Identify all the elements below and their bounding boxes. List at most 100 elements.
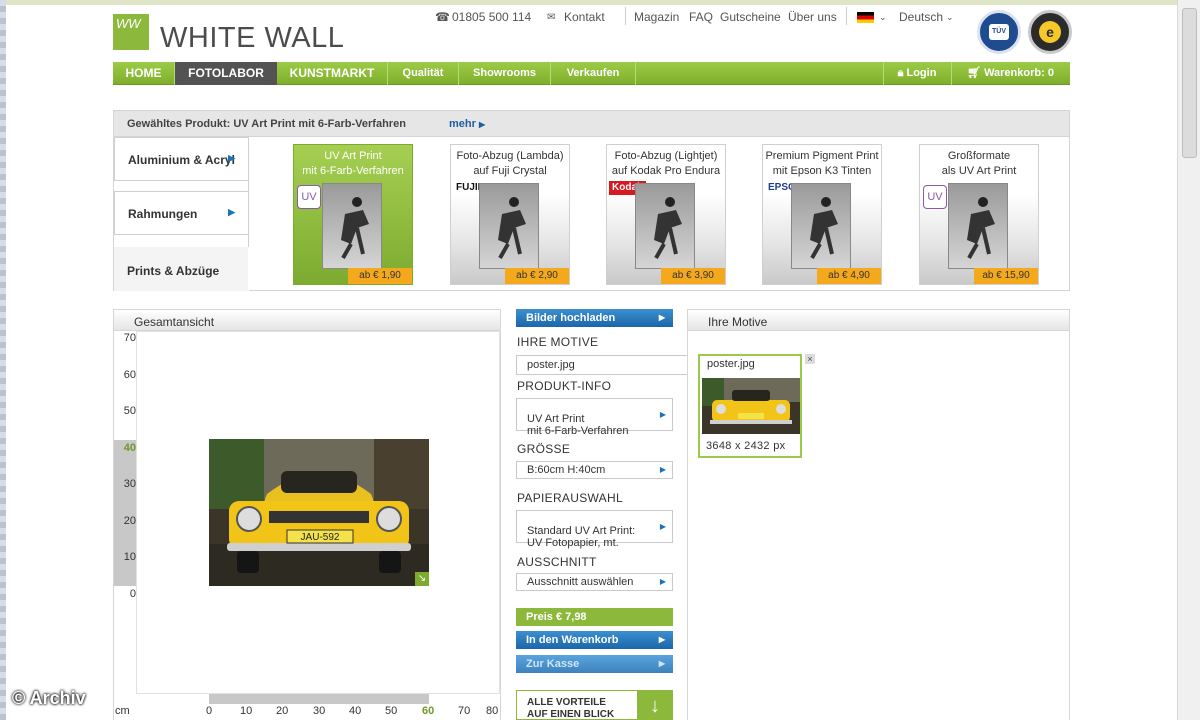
card-title: Großformate als UV Art Print <box>941 150 1017 177</box>
contact-link[interactable]: Kontakt <box>564 10 605 24</box>
jumping-man-icon <box>498 197 526 259</box>
tuev-logo-icon: TÜV <box>989 24 1009 40</box>
category-prints-abzuege[interactable]: Prints & Abzüge <box>114 247 249 291</box>
checkout-label: Zur Kasse <box>526 658 580 670</box>
y-tick: 70 <box>123 332 136 344</box>
chevron-down-icon[interactable]: ⌄ <box>879 12 887 23</box>
category-label: Prints & Abzüge <box>127 264 220 278</box>
left-decoration <box>0 0 6 720</box>
close-icon[interactable]: × <box>805 354 815 364</box>
nav-showrooms[interactable]: Showrooms <box>459 62 550 85</box>
product-photo <box>948 183 1008 269</box>
chevron-right-icon: ▶ <box>658 635 665 644</box>
product-card-fuji[interactable]: Foto-Abzug (Lambda) auf Fuji Crystal FUJ… <box>450 144 570 285</box>
nav-fotolabor[interactable]: FOTOLABOR <box>175 62 277 85</box>
ueber-uns-link[interactable]: Über uns <box>788 10 837 24</box>
nav-divider <box>951 62 952 85</box>
archive-watermark: © Archiv <box>12 688 86 708</box>
product-card-kodak[interactable]: Foto-Abzug (Lightjet) auf Kodak Pro Endu… <box>606 144 726 285</box>
divider <box>248 137 249 247</box>
crop-value: Ausschnitt auswählen <box>527 576 634 588</box>
chevron-right-icon: ▶ <box>659 577 666 586</box>
chevron-down-icon[interactable]: ⌄ <box>946 12 954 23</box>
category-rahmungen[interactable]: Rahmungen ▶ <box>114 191 249 235</box>
arrow-down-icon: ↓ <box>637 691 672 719</box>
product-info-field[interactable]: UV Art Print mit 6-Farb-Verfahren ▶ <box>516 398 673 437</box>
cart-button[interactable]: 🛒︎ Warenkorb: 0 <box>953 62 1068 85</box>
faq-link[interactable]: FAQ <box>689 10 713 24</box>
chevron-right-icon: ▶ <box>658 659 665 668</box>
product-card-epson[interactable]: Premium Pigment Print mit Epson K3 Tinte… <box>762 144 882 285</box>
vertical-scrollbar[interactable] <box>1177 0 1200 720</box>
card-price: ab € 3,90 <box>661 268 725 284</box>
motifs-panel-header: Ihre Motive <box>687 309 1070 331</box>
checkout-button[interactable]: Zur Kasse ▶ <box>516 655 673 673</box>
upload-button[interactable]: Bilder hochladen ▶ <box>516 309 673 327</box>
german-flag-icon[interactable] <box>857 12 874 23</box>
product-photo <box>322 183 382 269</box>
more-link[interactable]: mehr ▶ <box>449 118 485 130</box>
selected-product-bar: Gewähltes Produkt: UV Art Print mit 6-Fa… <box>113 110 1070 137</box>
lock-icon: 🔒︎ <box>897 67 904 79</box>
product-card-grossformate[interactable]: Großformate als UV Art Print UV ab € 15,… <box>919 144 1039 285</box>
logo-mark[interactable]: WW <box>113 14 149 50</box>
y-tick: 0 <box>129 588 136 600</box>
product-card-uv-art-print[interactable]: UV Art Print mit 6-Farb-Verfahren UV ab … <box>293 144 413 285</box>
top-decoration <box>0 0 1177 5</box>
add-to-cart-button[interactable]: In den Warenkorb ▶ <box>516 631 673 649</box>
nav-divider <box>635 62 636 85</box>
chevron-right-icon: ▶ <box>228 153 235 163</box>
x-tick: 40 <box>349 705 362 717</box>
chevron-right-icon: ▶ <box>659 465 666 474</box>
motif-thumbnail-card[interactable]: poster.jpg 3648 x 2432 px <box>698 354 802 458</box>
nav-kunstmarkt[interactable]: KUNSTMARKT <box>277 62 387 85</box>
motive-section-label: IHRE MOTIVE <box>517 335 599 349</box>
chevron-right-icon: ▶ <box>658 313 665 322</box>
x-tick: 10 <box>240 705 253 717</box>
x-tick: 20 <box>276 705 289 717</box>
y-tick-selected: 40 <box>123 442 136 454</box>
motive-field[interactable]: poster.jpg <box>516 355 688 375</box>
paper-value: Standard UV Art Print: UV Fotopapier, mt… <box>527 525 636 549</box>
add-to-cart-label: In den Warenkorb <box>526 634 619 646</box>
advantages-label: ALLE VORTEILE AUF EINEN BLICK <box>527 697 615 720</box>
size-field[interactable]: B:60cm H:40cm ▶ <box>516 461 673 479</box>
selected-product-label: Gewähltes Produkt: UV Art Print mit 6-Fa… <box>127 118 406 130</box>
divider <box>625 7 626 25</box>
product-photo <box>479 183 539 269</box>
x-tick: 50 <box>385 705 398 717</box>
paper-field[interactable]: Standard UV Art Print: UV Fotopapier, mt… <box>516 510 673 549</box>
nav-qualitaet[interactable]: Qualität <box>388 62 458 85</box>
motif-dimensions: 3648 x 2432 px <box>706 440 786 452</box>
chevron-right-icon: ▶ <box>228 207 235 217</box>
browser-page: WW WHITE WALL ☎ 01805 500 114 ✉ Kontakt … <box>0 0 1177 720</box>
magazin-link[interactable]: Magazin <box>634 10 679 24</box>
card-title: Foto-Abzug (Lightjet) auf Kodak Pro Endu… <box>611 150 721 177</box>
card-price: ab € 1,90 <box>348 268 412 284</box>
chevron-right-icon: ▶ <box>659 409 666 419</box>
nav-home[interactable]: HOME <box>113 62 174 85</box>
phone-icon: ☎ <box>435 10 450 24</box>
motifs-title: Ihre Motive <box>708 315 768 329</box>
y-tick: 20 <box>123 515 136 527</box>
x-tick: 0 <box>206 705 213 717</box>
card-price: ab € 2,90 <box>505 268 569 284</box>
y-tick: 60 <box>123 369 136 381</box>
language-selector[interactable]: Deutsch <box>899 10 943 24</box>
nav-verkaufen[interactable]: Verkaufen <box>551 62 635 85</box>
y-tick: 50 <box>123 405 136 417</box>
resize-handle-icon[interactable]: ↘ <box>415 572 429 586</box>
logo-text[interactable]: WHITE WALL <box>160 22 344 55</box>
crop-field[interactable]: Ausschnitt auswählen ▶ <box>516 573 673 591</box>
category-aluminium-acryl[interactable]: Aluminium & Acryl ▶ <box>114 137 249 181</box>
scrollbar-thumb[interactable] <box>1182 8 1197 158</box>
product-photo <box>635 183 695 269</box>
product-photo <box>791 183 851 269</box>
preview-image[interactable]: JAU-592 ↘ <box>209 439 429 586</box>
gutscheine-link[interactable]: Gutscheine <box>720 10 781 24</box>
card-price: ab € 4,90 <box>817 268 881 284</box>
advantages-banner[interactable]: ALLE VORTEILE AUF EINEN BLICK ↓ <box>516 690 673 720</box>
divider <box>846 7 847 25</box>
login-button[interactable]: 🔒︎ Login <box>884 62 950 85</box>
trusted-shops-badge-icon: e <box>1028 10 1072 54</box>
